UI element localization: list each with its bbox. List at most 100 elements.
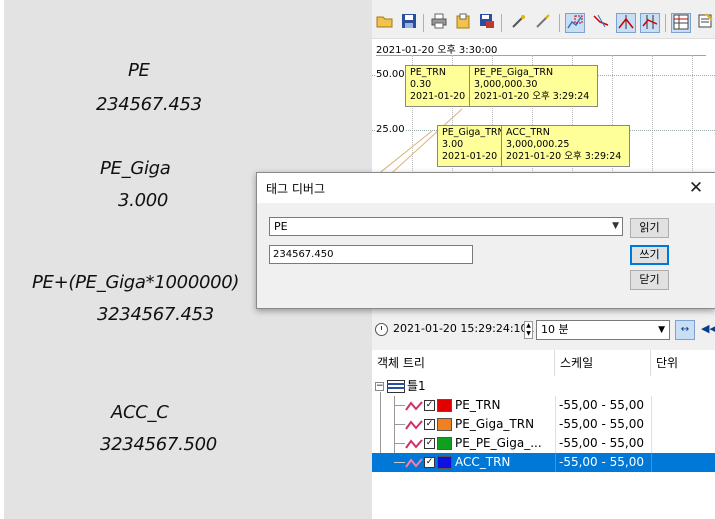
save-as-icon[interactable] bbox=[477, 13, 497, 33]
tooltip-tag: PE_TRN bbox=[410, 67, 446, 78]
tree-group-row[interactable]: − 틀1 bbox=[372, 377, 715, 396]
tag-name: ACC_TRN bbox=[455, 455, 511, 469]
cell-divider bbox=[555, 415, 556, 434]
tree-item-row[interactable]: ✓ PE_Giga_TRN -55,00 - 55,00 bbox=[372, 415, 715, 434]
tree-item-row[interactable]: ✓ PE_PE_Giga_... -55,00 - 55,00 bbox=[372, 434, 715, 453]
tag-name: PE_TRN bbox=[455, 398, 501, 412]
tooltip-value: 0.30 bbox=[410, 79, 432, 90]
trend-icon bbox=[405, 439, 423, 449]
trend-icon bbox=[405, 458, 423, 468]
toolbar-separator bbox=[423, 14, 424, 32]
tooltip-tag: PE_Giga_TRN bbox=[442, 127, 503, 138]
magic-wand-icon[interactable] bbox=[509, 13, 529, 33]
datetime-spinner[interactable]: ▲ ▼ bbox=[524, 321, 533, 339]
tooltip-tag: ACC_TRN bbox=[506, 127, 550, 138]
datetime-value[interactable]: 2021-01-20 15:29:24:101 bbox=[393, 322, 535, 335]
color-swatch[interactable] bbox=[437, 399, 452, 412]
dual-cursor-icon[interactable] bbox=[640, 13, 660, 33]
chevron-down-icon: ▼ bbox=[612, 221, 619, 231]
visibility-checkbox[interactable]: ✓ bbox=[424, 438, 435, 449]
tooltip-time: 2021-01-20 오후 3:29:24 bbox=[506, 151, 622, 162]
table-icon[interactable] bbox=[671, 13, 691, 33]
tag-value-acc-c: 3234567.500 bbox=[100, 434, 217, 455]
color-swatch[interactable] bbox=[437, 418, 452, 431]
tree-item-row-selected[interactable]: ✓ ACC_TRN -55,00 - 55,00 bbox=[372, 453, 715, 472]
tree-connector bbox=[394, 424, 405, 425]
tag-scale: -55,00 - 55,00 bbox=[559, 398, 644, 412]
column-header-scale[interactable]: 스케일 bbox=[555, 350, 651, 376]
rewind-icon[interactable]: ◀◀ bbox=[701, 322, 715, 335]
time-range-select[interactable]: 10 분 ▼ bbox=[536, 320, 670, 340]
tooltip-time: 2021-01-20 오후 3:29:24 bbox=[474, 91, 590, 102]
tooltip-value: 3,000,000.25 bbox=[506, 139, 570, 150]
trend-line-icon[interactable] bbox=[591, 13, 611, 33]
tag-name-pe: PE bbox=[128, 60, 150, 81]
clock-icon[interactable] bbox=[375, 323, 388, 336]
cursor-icon[interactable] bbox=[616, 13, 636, 33]
open-folder-icon[interactable] bbox=[375, 13, 395, 33]
cell-divider bbox=[555, 453, 556, 472]
tag-select[interactable]: PE ▼ bbox=[269, 217, 623, 236]
tooltip-value: 3,000,000.30 bbox=[474, 79, 538, 90]
chevron-down-icon: ▼ bbox=[658, 325, 665, 335]
tag-value-input[interactable]: 234567.450 bbox=[269, 245, 473, 264]
tag-value-pe: 234567.453 bbox=[96, 94, 202, 115]
trend-icon bbox=[405, 420, 423, 430]
tree-connector bbox=[394, 443, 405, 444]
toolbar-separator bbox=[501, 14, 502, 32]
tag-scale: -55,00 - 55,00 bbox=[559, 455, 644, 469]
tag-name-expression: PE+(PE_Giga*1000000) bbox=[32, 272, 240, 293]
visibility-checkbox[interactable]: ✓ bbox=[424, 400, 435, 411]
visibility-checkbox[interactable]: ✓ bbox=[424, 457, 435, 468]
write-button[interactable]: 쓰기 bbox=[630, 245, 669, 265]
cell-divider bbox=[555, 434, 556, 453]
tooltip-time: 2021-01-20 오후 3:29:24 bbox=[442, 151, 502, 162]
pen-icon[interactable] bbox=[533, 13, 553, 33]
close-icon[interactable]: ✕ bbox=[683, 176, 709, 200]
dialog-title: 태그 디버그 bbox=[266, 182, 326, 196]
cell-divider bbox=[651, 396, 652, 415]
trend-icon bbox=[405, 401, 423, 411]
tag-name: PE_Giga_TRN bbox=[455, 417, 535, 431]
close-button[interactable]: 닫기 bbox=[630, 270, 669, 290]
object-tree: 객체 트리 스케일 단위 − 틀1 ✓ PE_TRN -55,00 - 55,0… bbox=[372, 350, 715, 519]
tag-value-pe-giga: 3.000 bbox=[118, 190, 169, 211]
save-icon[interactable] bbox=[399, 13, 419, 33]
properties-icon[interactable] bbox=[695, 13, 715, 33]
tree-connector bbox=[394, 462, 405, 463]
cell-divider bbox=[651, 434, 652, 453]
dialog-title-bar[interactable]: 태그 디버그 ✕ bbox=[257, 173, 715, 203]
time-range-bar: 2021-01-20 15:29:24:101 ▲ ▼ 10 분 ▼ ↔ ◀◀ bbox=[372, 318, 715, 342]
tooltip-value: 3.00 bbox=[442, 139, 464, 150]
cell-divider bbox=[651, 453, 652, 472]
tag-scale: -55,00 - 55,00 bbox=[559, 436, 644, 450]
tag-debug-dialog: 태그 디버그 ✕ PE ▼ 234567.450 읽기 쓰기 닫기 bbox=[256, 172, 715, 309]
print-icon[interactable] bbox=[429, 13, 449, 33]
tag-name-pe-giga: PE_Giga bbox=[100, 158, 171, 179]
group-name: 틀1 bbox=[407, 379, 426, 393]
column-header-unit[interactable]: 단위 bbox=[651, 350, 715, 376]
tag-name-acc-c: ACC_C bbox=[111, 402, 169, 423]
cell-divider bbox=[651, 415, 652, 434]
trend-toolbar bbox=[372, 10, 715, 38]
tooltip-time: 2021-01-20 오후 3:29:24 bbox=[410, 91, 470, 102]
color-swatch[interactable] bbox=[437, 456, 452, 469]
cell-divider bbox=[555, 396, 556, 415]
export-icon[interactable] bbox=[453, 13, 473, 33]
left-border bbox=[0, 0, 4, 519]
tree-connector bbox=[394, 405, 405, 406]
y-tick-label: 50.00 bbox=[376, 69, 405, 80]
column-header-object-tree[interactable]: 객체 트리 bbox=[372, 350, 555, 376]
fit-range-button[interactable]: ↔ bbox=[675, 320, 695, 340]
collapse-toggle[interactable]: − bbox=[375, 382, 384, 391]
value-tooltip: ACC_TRN 3,000,000.25 2021-01-20 오후 3:29:… bbox=[501, 125, 630, 167]
tag-select-value: PE bbox=[274, 220, 288, 233]
color-swatch[interactable] bbox=[437, 437, 452, 450]
group-icon bbox=[387, 380, 405, 393]
time-range-value: 10 분 bbox=[541, 323, 569, 336]
read-button[interactable]: 읽기 bbox=[630, 218, 669, 238]
tree-item-row[interactable]: ✓ PE_TRN -55,00 - 55,00 bbox=[372, 396, 715, 415]
visibility-checkbox[interactable]: ✓ bbox=[424, 419, 435, 430]
y-tick-label: 25.00 bbox=[376, 124, 405, 135]
select-area-icon[interactable] bbox=[565, 13, 585, 33]
